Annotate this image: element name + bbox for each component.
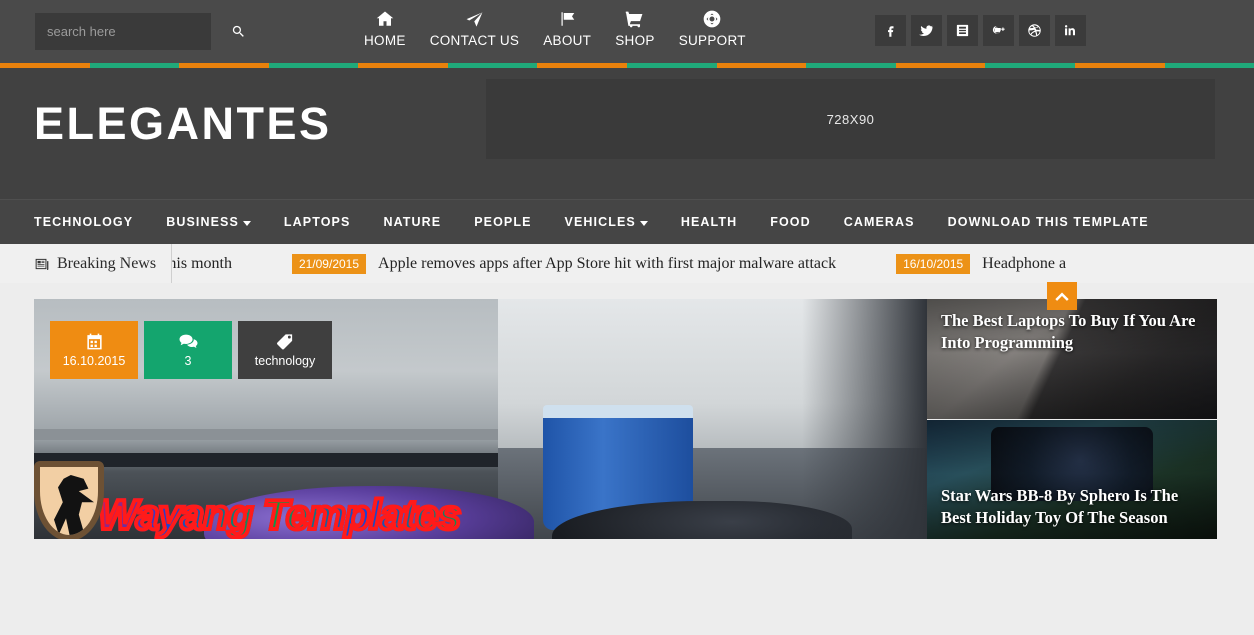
youtube-icon [956,24,969,37]
catnav-item-business[interactable]: BUSINESS [166,215,251,229]
comments-icon [179,334,197,348]
shopping-cart-icon [624,8,645,30]
search-icon [232,25,244,37]
catnav-item-label: DOWNLOAD THIS TEMPLATE [947,215,1149,229]
catnav-item-label: TECHNOLOGY [34,215,134,229]
featured-post-meta: 16.10.2015 3 technology [50,321,332,379]
newspaper-icon [35,258,49,270]
featured-post[interactable]: 16.10.2015 3 technology Wayang Templates [34,299,927,539]
ticker-item[interactable]: 16/10/2015 Headphone a [896,244,1126,283]
google-plus-icon [992,26,1005,34]
ticker-item[interactable]: aromecast this month [172,244,292,283]
catnav-item-label: BUSINESS [166,215,239,229]
side-post-2-title[interactable]: Star Wars BB-8 By Sphero Is The Best Hol… [941,485,1205,529]
ad-banner-label: 728X90 [826,111,875,127]
brand-band: ELEGANTES 728X90 [0,68,1254,199]
catnav-item-health[interactable]: HEALTH [681,215,737,229]
side-post-1-title[interactable]: The Best Laptops To Buy If You Are Into … [941,310,1205,354]
side-post-1[interactable]: The Best Laptops To Buy If You Are Into … [927,299,1217,419]
topnav-label: HOME [364,33,406,48]
post-tag-badge[interactable]: technology [238,321,332,379]
post-comments-value: 3 [184,353,192,368]
post-date-value: 16.10.2015 [62,354,126,368]
twitter-icon [919,25,934,36]
search-box[interactable] [35,13,244,50]
facebook-icon [888,26,894,37]
ticker-item-date: 21/09/2015 [291,253,367,274]
catnav-item-label: VEHICLES [564,215,636,229]
catnav-item-laptops[interactable]: LAPTOPS [284,215,351,229]
catnav-item-vehicles[interactable]: VEHICLES [565,215,648,229]
social-link-google-plus[interactable] [983,15,1014,46]
catnav-item-nature[interactable]: NATURE [383,215,441,229]
catnav-item-label: FOOD [770,215,811,229]
featured-side-posts: The Best Laptops To Buy If You Are Into … [927,282,1217,539]
topnav-item-support[interactable]: SUPPORT [667,8,758,48]
ticker-item-date: 16/10/2015 [896,253,971,274]
social-link-twitter[interactable] [911,15,942,46]
catnav-item-label: LAPTOPS [283,215,351,229]
topnav-item-about[interactable]: ABOUT [531,8,603,48]
topnav-item-contact-us[interactable]: CONTACT US [418,8,532,48]
post-tag-value: technology [254,354,316,368]
topnav-label: CONTACT US [429,33,520,48]
social-link-dribbble[interactable] [1019,15,1050,46]
scroll-to-top-button[interactable] [1047,282,1077,310]
featured-image-vignette [801,299,927,539]
category-navigation: TECHNOLOGY BUSINESS LAPTOPS NATURE PEOPLE VEH… [0,199,1254,244]
social-link-facebook[interactable] [875,15,906,46]
catnav-item-technology[interactable]: TECHNOLOGY [34,215,133,229]
linkedin-icon [1064,25,1075,36]
top-navigation: HOME CONTACT US ABOUT SHOP SUPPORT [352,8,758,48]
social-link-youtube[interactable] [947,15,978,46]
ticker-item-title[interactable]: Headphone a [982,255,1066,273]
topnav-label: SUPPORT [678,33,746,48]
flag-icon [557,8,578,30]
paper-plane-icon [464,8,485,30]
home-icon [375,8,395,30]
ticker-heading: Breaking News [0,244,173,283]
post-date-badge[interactable]: 16.10.2015 [50,321,138,379]
topnav-label: ABOUT [543,33,592,48]
calendar-icon [86,333,102,350]
life-ring-icon [702,8,722,30]
catnav-item-label: HEALTH [680,215,738,229]
catnav-item-cameras[interactable]: CAMERAS [844,215,915,229]
chevron-up-icon [1055,292,1069,301]
topnav-item-shop[interactable]: SHOP [603,8,666,48]
featured-image-window-frame [34,428,499,440]
catnav-item-food[interactable]: FOOD [770,215,811,229]
catnav-item-people[interactable]: PEOPLE [474,215,531,229]
tag-icon [277,334,293,350]
featured-image-window-sill [34,452,499,467]
search-input[interactable] [35,24,231,39]
chevron-down-icon [242,220,251,226]
catnav-item-label: PEOPLE [474,215,532,229]
dribbble-icon [1028,24,1041,37]
ticker-item[interactable]: 21/09/2015 Apple removes apps after App S… [291,244,896,283]
social-links [875,15,1086,46]
side-post-2[interactable]: Star Wars BB-8 By Sphero Is The Best Hol… [927,419,1217,539]
search-button[interactable] [231,13,246,50]
chevron-down-icon [639,220,648,226]
ticker-item-title[interactable]: Apple removes apps after App Store hit w… [378,255,836,273]
ticker-item-title[interactable]: aromecast this month [172,255,232,273]
post-comments-badge[interactable]: 3 [144,321,232,379]
main-content: 16.10.2015 3 technology Wayang Templates [0,282,1254,539]
topnav-label: SHOP [615,33,655,48]
ticker-items: aromecast this month 21/09/2015 Apple remo… [172,244,1126,283]
top-bar: HOME CONTACT US ABOUT SHOP SUPPORT [0,0,1254,63]
catnav-item-download-this-template[interactable]: DOWNLOAD THIS TEMPLATE [948,215,1149,229]
breaking-news-ticker: Breaking News aromecast this month 21/09/… [0,244,1254,283]
catnav-item-label: NATURE [383,215,442,229]
ticker-track: aromecast this month 21/09/2015 Apple remo… [172,244,1254,283]
site-logo[interactable]: ELEGANTES [34,98,332,150]
social-link-linkedin[interactable] [1055,15,1086,46]
ticker-heading-label: Breaking News [57,254,157,272]
topnav-item-home[interactable]: HOME [352,8,418,48]
catnav-item-label: CAMERAS [843,215,915,229]
ad-banner[interactable]: 728X90 [486,79,1215,159]
